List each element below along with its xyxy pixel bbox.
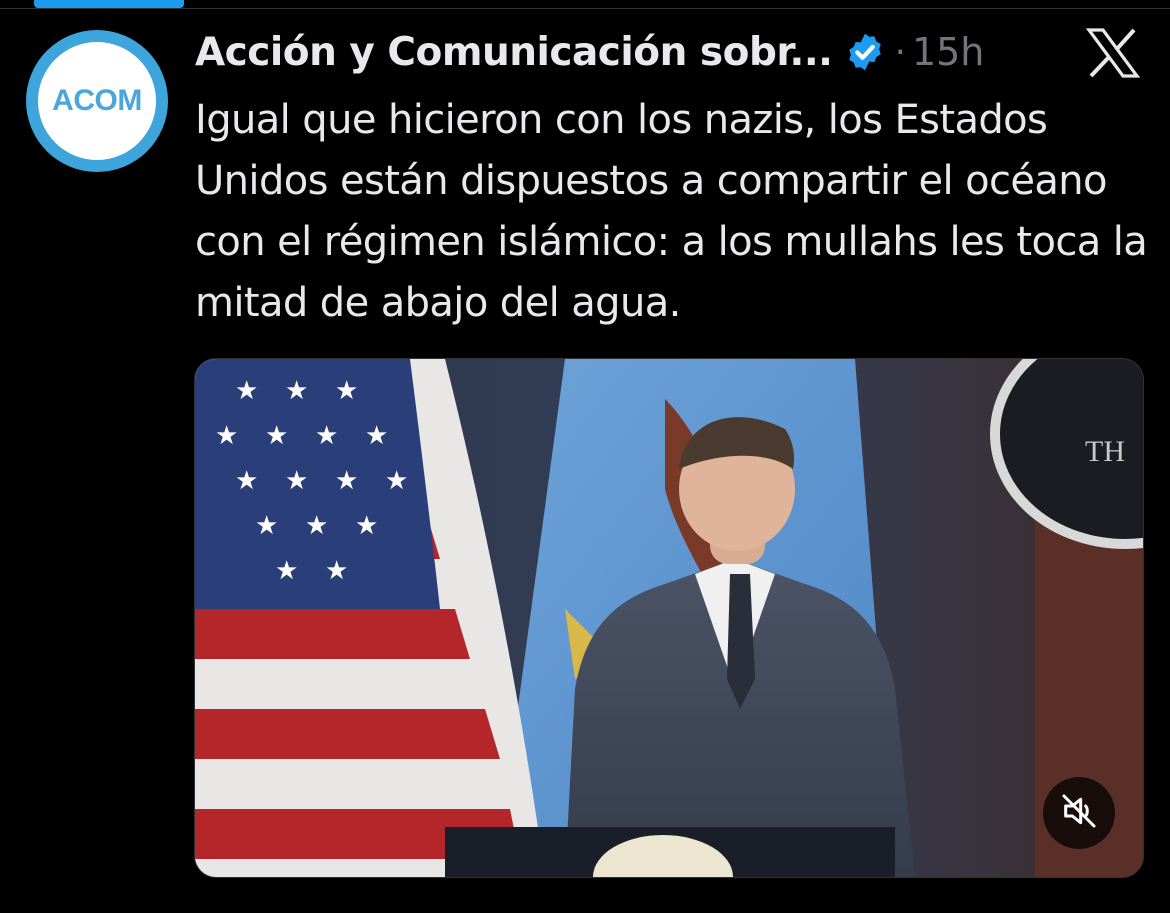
tweet-header: Acción y Comunicación sobr... · 15h xyxy=(195,24,984,80)
divider xyxy=(0,8,1170,9)
video-player[interactable]: ★ ★ ★ ★ ★ ★ ★ ★ ★ ★ ★ ★ ★ ★ ★ ★ TH xyxy=(194,358,1144,878)
avatar[interactable]: ACOM xyxy=(26,30,168,172)
svg-text:★: ★ xyxy=(315,421,338,451)
svg-text:★: ★ xyxy=(255,511,278,541)
svg-text:★: ★ xyxy=(265,421,288,451)
svg-text:★: ★ xyxy=(235,466,258,496)
svg-text:★: ★ xyxy=(215,421,238,451)
author-name[interactable]: Acción y Comunicación sobr... xyxy=(195,30,833,75)
svg-text:★: ★ xyxy=(275,556,298,586)
svg-text:★: ★ xyxy=(335,466,358,496)
speaker-muted-icon xyxy=(1059,791,1099,836)
x-logo-icon[interactable] xyxy=(1085,28,1141,78)
svg-text:★: ★ xyxy=(335,376,358,406)
progress-indicator xyxy=(34,0,184,8)
svg-text:★: ★ xyxy=(285,376,308,406)
svg-text:★: ★ xyxy=(365,421,388,451)
avatar-logo: ACOM xyxy=(38,42,156,160)
mute-button[interactable] xyxy=(1043,777,1115,849)
timestamp[interactable]: 15h xyxy=(912,30,984,74)
tweet-text: Igual que hicieron con los nazis, los Es… xyxy=(195,97,1148,326)
verified-badge-icon[interactable] xyxy=(844,31,886,73)
video-frame: ★ ★ ★ ★ ★ ★ ★ ★ ★ ★ ★ ★ ★ ★ ★ ★ xyxy=(195,359,1143,877)
svg-text:★: ★ xyxy=(305,511,328,541)
svg-text:★: ★ xyxy=(355,511,378,541)
svg-text:★: ★ xyxy=(325,556,348,586)
svg-text:★: ★ xyxy=(285,466,308,496)
seal-text: TH xyxy=(1085,435,1125,468)
svg-text:★: ★ xyxy=(385,466,408,496)
separator-dot: · xyxy=(894,31,906,73)
svg-text:★: ★ xyxy=(235,376,258,406)
avatar-text: ACOM xyxy=(52,84,142,117)
